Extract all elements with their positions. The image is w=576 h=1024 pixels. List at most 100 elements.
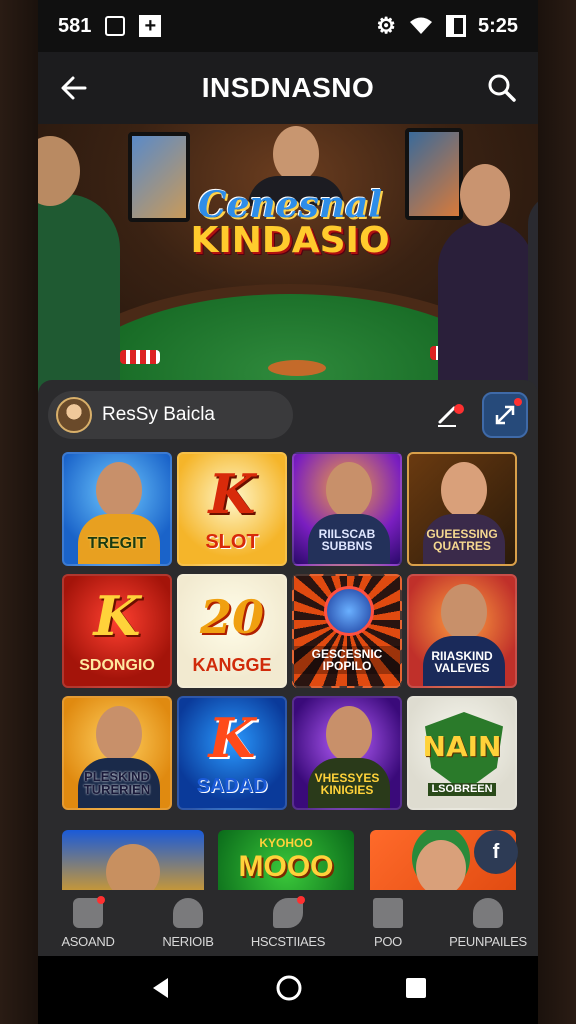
expand-button[interactable] <box>482 392 528 438</box>
left-backdrop <box>0 0 40 1024</box>
game-top-label: KYOHOO <box>259 836 313 850</box>
game-big-glyph: 20 <box>199 590 264 644</box>
phone-frame: 581 + ⚙ 5:25 INSDNASNO Cenesnal KINDASIO… <box>38 0 538 1024</box>
home-nav-button[interactable] <box>275 974 303 1007</box>
nav-item-games[interactable]: HSCSTIIAES <box>238 890 338 956</box>
edit-button[interactable] <box>434 400 464 430</box>
hero-banner[interactable]: Cenesnal KINDASIO <box>38 124 538 394</box>
game-tile[interactable]: PLESKIND TURERIEN <box>62 696 172 810</box>
game-title: GESCESNIC IPOPILO <box>294 646 400 674</box>
game-title: PLESKIND TURERIEN <box>83 769 151 797</box>
nav-label: ASOAND <box>61 933 115 949</box>
character-figure <box>441 584 487 640</box>
game-tile[interactable]: K SLOT <box>177 452 287 566</box>
character-figure <box>416 840 466 890</box>
game-tile[interactable] <box>62 830 204 890</box>
game-tile[interactable]: TREGIT <box>62 452 172 566</box>
game-tile[interactable]: 20 KANGGE <box>177 574 287 688</box>
status-bar: 581 + ⚙ 5:25 <box>38 0 538 52</box>
battery-icon <box>445 15 466 37</box>
nav-item-pool[interactable]: POO <box>338 890 438 956</box>
nav-label: NERIOIB <box>162 933 214 949</box>
game-title: SADAD <box>196 775 268 797</box>
nav-item-home[interactable]: ASOAND <box>38 890 138 956</box>
game-title: KANGGE <box>192 655 272 675</box>
character-figure <box>441 462 487 518</box>
plus-icon: + <box>139 15 162 37</box>
facebook-icon: f <box>492 840 500 863</box>
nav-label: POO <box>374 933 402 949</box>
game-title: MOOO <box>238 850 334 883</box>
player-far-right <box>528 194 538 394</box>
game-tile[interactable]: GUEESSING QUATRES <box>407 452 517 566</box>
game-title: VHESSYES KINIGIES <box>314 771 380 797</box>
nav-label: PEUNPAILES <box>449 933 527 949</box>
logo-line2: KINDASIO <box>190 220 390 261</box>
game-title: GUEESSING QUATRES <box>426 527 498 553</box>
back-button[interactable] <box>56 70 92 106</box>
game-big-glyph: K <box>93 584 141 648</box>
notification-dot <box>514 398 522 406</box>
game-tile[interactable]: GESCESNIC IPOPILO <box>292 574 402 688</box>
casino-logo: Cenesnal KINDASIO <box>190 184 390 284</box>
game-tile[interactable]: KYOHOO MOOO <box>218 830 354 890</box>
right-backdrop <box>536 0 576 1024</box>
bottom-nav: ASOAND NERIOIB HSCSTIIAES POO PEUNPAILES <box>38 890 538 956</box>
game-tile[interactable]: K SDONGIO <box>62 574 172 688</box>
back-arrow-icon <box>61 76 87 100</box>
search-icon <box>488 74 516 102</box>
game-big-glyph: K <box>208 706 256 770</box>
leaf-icon <box>273 895 305 928</box>
status-time: 5:25 <box>477 14 518 37</box>
user-icon <box>473 897 503 928</box>
character-figure <box>96 706 142 762</box>
game-big-glyph: NAIN <box>422 730 502 763</box>
character-figure <box>106 844 160 890</box>
game-tile[interactable]: RIILSCAB SUBBNS <box>292 452 402 566</box>
wall-monitor-left <box>128 132 190 222</box>
game-tile[interactable]: VHESSYES KINIGIES <box>292 696 402 810</box>
game-tile[interactable]: K SADAD <box>177 696 287 810</box>
search-button[interactable] <box>484 70 520 106</box>
wifi-icon <box>409 17 432 34</box>
emblem-icon <box>324 586 374 636</box>
gear-icon: ⚙ <box>376 13 396 38</box>
game-title: RIILSCAB SUBBNS <box>318 527 376 553</box>
chip-stack <box>120 350 160 364</box>
recents-nav-button[interactable] <box>404 976 428 1005</box>
home-icon <box>73 895 105 928</box>
wall-monitor-right <box>405 128 463 220</box>
game-big-glyph: K <box>208 462 256 526</box>
player-left <box>38 194 120 394</box>
game-grid: TREGIT K SLOT RIILSCAB SUBBNS GUEESSING … <box>62 452 517 810</box>
game-title: SLOT <box>205 531 259 553</box>
character-figure <box>96 462 142 518</box>
user-name: ResSy Baicla <box>102 404 215 425</box>
facebook-button[interactable]: f <box>474 830 518 874</box>
game-tile[interactable]: RIIASKIND VALEVES <box>407 574 517 688</box>
nav-item-account[interactable]: PEUNPAILES <box>438 890 538 956</box>
circle-home-icon <box>276 975 302 1000</box>
back-nav-button[interactable] <box>148 975 174 1006</box>
dealer-head <box>273 126 319 182</box>
notification-dot <box>297 895 305 904</box>
status-left-text: 581 <box>58 14 92 37</box>
nav-label: HSCSTIIAES <box>250 933 326 949</box>
top-app-bar: INSDNASNO <box>38 52 538 124</box>
game-title: LSOBREEN <box>428 783 496 796</box>
game-title: RIIASKIND VALEVES <box>431 649 493 675</box>
person-icon <box>173 897 203 928</box>
page-title: INSDNASNO <box>201 72 375 103</box>
character-figure <box>326 706 372 762</box>
nav-item-profile[interactable]: NERIOIB <box>138 890 238 956</box>
game-row-partial: KYOHOO MOOO <box>62 830 516 890</box>
user-profile-chip[interactable]: ResSy Baicla <box>48 391 293 439</box>
notification-dot <box>454 404 464 414</box>
avatar <box>56 397 92 433</box>
table-pot <box>268 360 326 376</box>
screen: 581 + ⚙ 5:25 INSDNASNO Cenesnal KINDASIO… <box>0 0 576 1024</box>
game-tile[interactable]: NAIN LSOBREEN <box>407 696 517 810</box>
player-right-woman <box>438 220 534 394</box>
notification-dot <box>97 895 105 904</box>
square-recents-icon <box>405 977 426 998</box>
